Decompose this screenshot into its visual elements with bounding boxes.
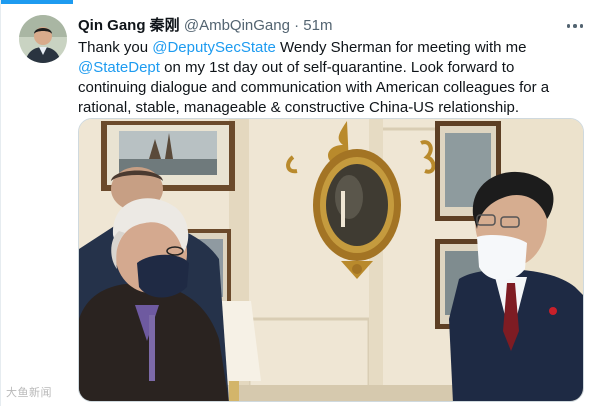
author-handle[interactable]: @AmbQinGang [184, 17, 290, 34]
watermark: 大鱼新闻 [6, 386, 52, 399]
tweet-text: Thank you @DeputySecState Wendy Sherman … [78, 38, 583, 118]
tweet-photo[interactable] [78, 118, 584, 402]
top-accent-bar [1, 0, 73, 4]
tweet-card: Qin Gang 秦刚 @AmbQinGang · 51m Thank you … [0, 0, 605, 406]
more-options-icon[interactable] [562, 14, 588, 38]
mention-deputysecstate[interactable]: @DeputySecState [152, 39, 276, 56]
header-separator: · [294, 17, 300, 34]
mention-statedept[interactable]: @StateDept [78, 59, 160, 76]
tweet-text-part: Thank you [78, 39, 153, 56]
tweet-text-part: Wendy Sherman for meeting with me [275, 39, 527, 56]
tweet-timestamp[interactable]: 51m [303, 17, 332, 34]
tweet-header: Qin Gang 秦刚 @AmbQinGang · 51m [78, 16, 332, 36]
author-avatar[interactable] [19, 15, 67, 63]
author-name[interactable]: Qin Gang 秦刚 [78, 17, 180, 34]
